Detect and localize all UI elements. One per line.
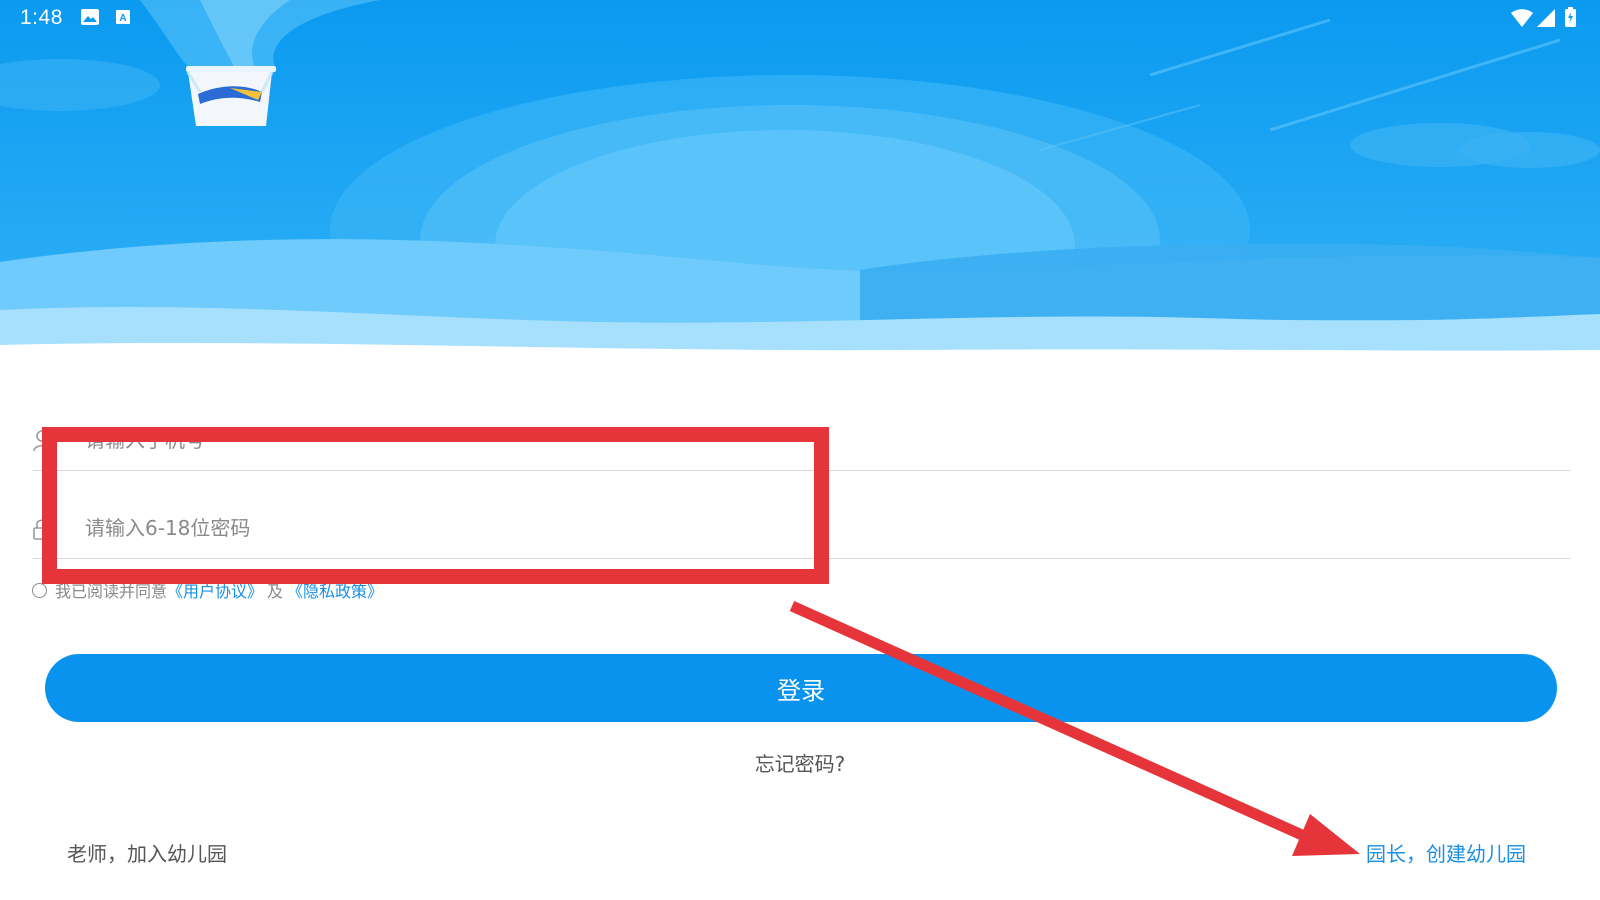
image-icon [81,9,99,25]
battery-charging-icon [1565,7,1576,27]
sky-header-illustration [0,0,1600,370]
teacher-join-link[interactable]: 老师，加入幼儿园 [67,838,227,867]
user-icon [33,430,51,452]
login-button[interactable]: 登录 [45,654,1557,722]
password-input[interactable] [85,510,1485,546]
lock-icon [33,519,51,540]
agreement-conjunction: 及 [267,582,284,601]
status-bar: 1:48 A [0,0,1600,36]
phone-field [33,410,1570,471]
agreement-row: 我已阅读并同意 《用户协议》 及 《隐私政策》 [32,578,383,602]
phone-input[interactable] [85,422,1485,458]
a-notification-icon: A [116,10,130,24]
privacy-policy-link[interactable]: 《隐私政策》 [287,578,383,602]
login-screen: 1:48 A 请输入手机号 我已阅读并同意 《用户协议》 及 《隐私政策》 登录… [0,0,1600,900]
agreement-radio[interactable] [32,582,47,598]
principal-create-link[interactable]: 园长，创建幼儿园 [1366,838,1526,867]
agreement-prefix: 我已阅读并同意 [55,582,168,601]
signal-icon [1537,9,1555,27]
forgot-password-link[interactable]: 忘记密码? [700,748,900,777]
user-agreement-link[interactable]: 《用户协议》 [167,578,263,602]
password-field [33,498,1570,559]
status-time: 1:48 [20,6,63,29]
svg-text:A: A [119,13,126,24]
wifi-icon [1511,9,1533,27]
